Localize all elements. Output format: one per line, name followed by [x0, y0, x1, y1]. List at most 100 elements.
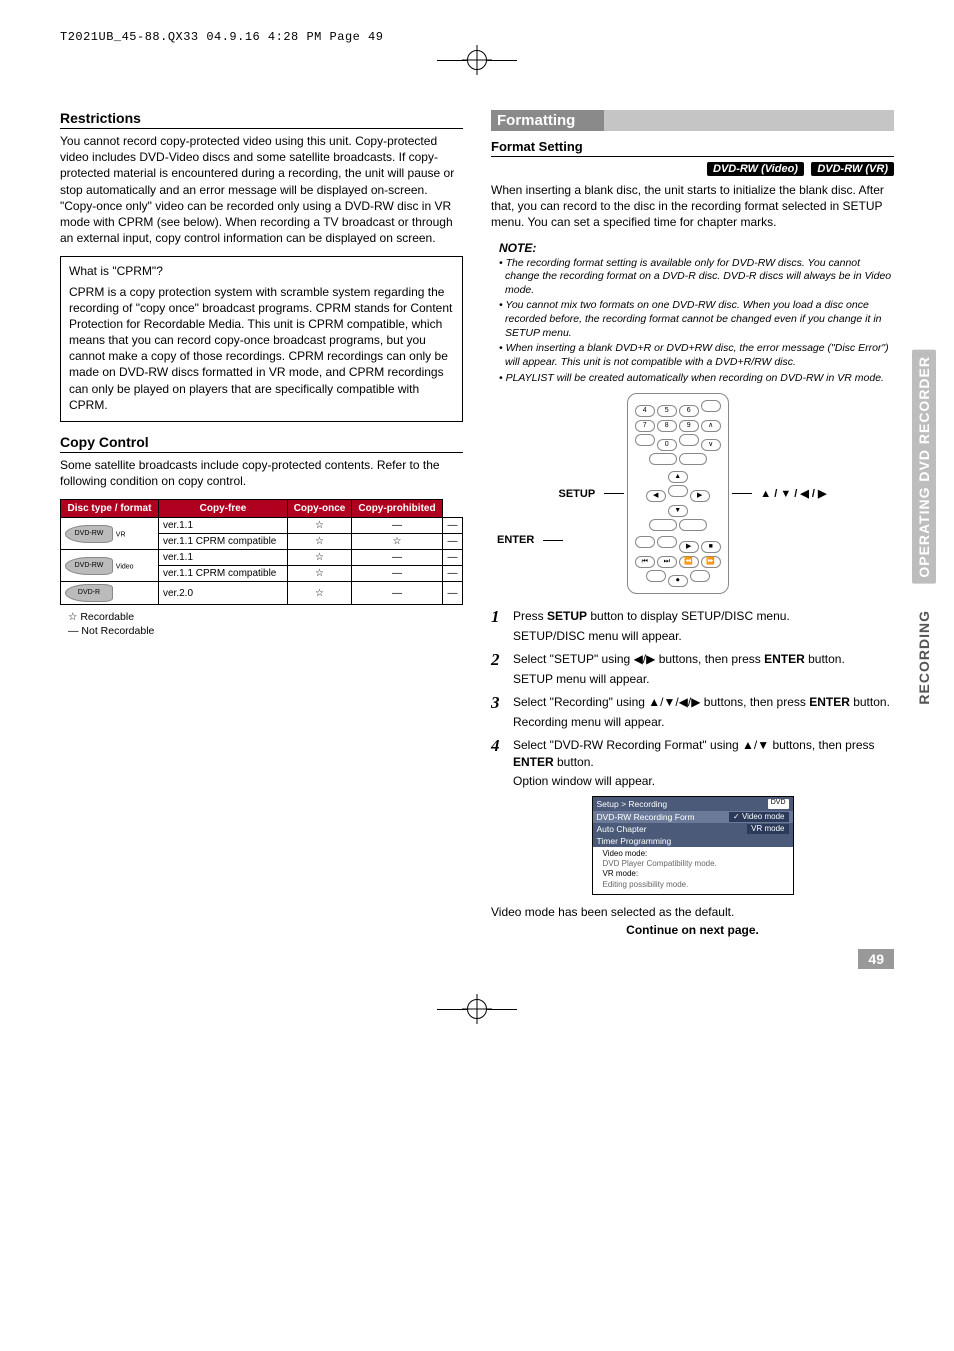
- note-item: • You cannot mix two formats on one DVD-…: [505, 299, 894, 340]
- fmt-cell: ver.2.0: [158, 582, 287, 605]
- step-sub: SETUP/DISC menu will appear.: [513, 629, 894, 643]
- restrictions-body: You cannot record copy-protected video u…: [60, 133, 463, 246]
- onscreen-menu: Setup > Recording DVD DVD-RW Recording F…: [592, 796, 794, 896]
- disc-logo-icon: DVD-RW: [65, 557, 113, 575]
- note-block: NOTE: • The recording format setting is …: [499, 241, 894, 386]
- step-bold: SETUP: [547, 609, 587, 623]
- badge-dvd-rw-video: DVD-RW (Video): [707, 162, 804, 176]
- screen-desc: Video mode: DVD Player Compatibility mod…: [593, 847, 793, 895]
- cell: —: [442, 534, 462, 550]
- crop-marks-bottom: [60, 999, 894, 1019]
- screen-cell: Video mode: [729, 812, 789, 822]
- formatting-body: When inserting a blank disc, the unit st…: [491, 182, 894, 231]
- disc-logo-icon: DVD-RW: [65, 525, 113, 543]
- screen-desc-line: VR mode:: [603, 869, 787, 879]
- disc-sub: VR: [116, 532, 126, 539]
- step-text: button.: [850, 695, 890, 709]
- cell: —: [442, 550, 462, 566]
- cell: ☆: [288, 550, 352, 566]
- screen-desc-line: Editing possibility mode.: [603, 880, 787, 890]
- screen-cell: Auto Chapter: [597, 824, 748, 834]
- step-text: button to display SETUP/DISC menu.: [587, 609, 790, 623]
- screen-cell: DVD-RW Recording Form: [597, 812, 730, 822]
- disc-logo-icon: DVD-R: [65, 584, 113, 602]
- step-4: 4 Select "DVD-RW Recording Format" using…: [491, 737, 894, 769]
- step-text: button.: [805, 652, 845, 666]
- step-2: 2 Select "SETUP" using ◀/▶ buttons, then…: [491, 651, 894, 668]
- remote-diagram: SETUP 456 789∧ 0∨ ▲ ◀▶ ▼ ▶■ ⏮⏭⏪⏩ ⏺: [491, 393, 894, 596]
- heading-format-setting: Format Setting: [491, 139, 894, 157]
- cell: —: [352, 518, 443, 534]
- screen-badge: DVD: [768, 799, 789, 809]
- cell: ☆: [288, 534, 352, 550]
- label-setup: SETUP: [558, 488, 595, 500]
- copy-control-table: Disc type / format Copy-free Copy-once C…: [60, 499, 463, 605]
- cell: ☆: [288, 566, 352, 582]
- screen-cell: VR mode: [747, 824, 788, 834]
- step-text: Select "DVD-RW Recording Format" using ▲…: [513, 738, 875, 752]
- step-text: Press: [513, 609, 547, 623]
- step-num: 4: [491, 737, 507, 769]
- cell: —: [442, 582, 462, 605]
- screen-row: DVD-RW Recording Form Video mode: [593, 811, 793, 823]
- screen-title: Setup > Recording: [597, 799, 668, 809]
- table-row: DVD-R ver.2.0 ☆ — —: [61, 582, 463, 605]
- cell: —: [352, 550, 443, 566]
- heading-formatting: Formatting: [491, 110, 894, 131]
- step-3: 3 Select "Recording" using ▲/▼/◀/▶ butto…: [491, 694, 894, 711]
- step-bold: ENTER: [764, 652, 805, 666]
- screen-cell: Timer Programming: [597, 836, 789, 846]
- note-item: • PLAYLIST will be created automatically…: [505, 372, 894, 386]
- continue-note: Continue on next page.: [491, 923, 894, 937]
- label-enter: ENTER: [497, 534, 534, 546]
- cell: —: [352, 582, 443, 605]
- th-copy-once: Copy-once: [288, 500, 352, 518]
- table-row: DVD-RW Video ver.1.1 ☆ — —: [61, 550, 463, 566]
- side-tab-operating: OPERATING DVD RECORDER: [912, 350, 936, 584]
- step-bold: ENTER: [809, 695, 850, 709]
- cell: —: [442, 566, 462, 582]
- cell: —: [352, 566, 443, 582]
- side-tabs: OPERATING DVD RECORDER RECORDING: [912, 350, 936, 710]
- step-sub: SETUP menu will appear.: [513, 672, 894, 686]
- crop-marks-top: [60, 50, 894, 70]
- step-text: Select "SETUP" using ◀/▶ buttons, then p…: [513, 652, 764, 666]
- heading-copy-control: Copy Control: [60, 434, 463, 453]
- screen-row: Timer Programming: [593, 835, 793, 847]
- legend-recordable: ☆ Recordable: [68, 611, 463, 623]
- note-title: NOTE:: [499, 241, 894, 255]
- cell: ☆: [288, 518, 352, 534]
- th-disc-type: Disc type / format: [61, 500, 159, 518]
- step-text: Select "Recording" using ▲/▼/◀/▶ buttons…: [513, 695, 809, 709]
- heading-restrictions: Restrictions: [60, 110, 463, 129]
- step-num: 1: [491, 608, 507, 625]
- copy-control-body: Some satellite broadcasts include copy-p…: [60, 457, 463, 489]
- steps: 1 Press SETUP button to display SETUP/DI…: [491, 608, 894, 787]
- cprm-box: What is "CPRM"? CPRM is a copy protectio…: [60, 256, 463, 422]
- screen-desc-line: Video mode:: [603, 849, 787, 859]
- note-item: • When inserting a blank DVD+R or DVD+RW…: [505, 342, 894, 369]
- step-sub: Option window will appear.: [513, 774, 894, 788]
- step-num: 2: [491, 651, 507, 668]
- left-column: Restrictions You cannot record copy-prot…: [60, 110, 463, 937]
- remote-icon: 456 789∧ 0∨ ▲ ◀▶ ▼ ▶■ ⏮⏭⏪⏩ ⏺: [627, 393, 729, 594]
- cprm-title: What is "CPRM"?: [69, 263, 454, 279]
- step-sub: Recording menu will appear.: [513, 715, 894, 729]
- step-num: 3: [491, 694, 507, 711]
- label-arrows: ▲ / ▼ / ◀ / ▶: [760, 487, 826, 500]
- default-note: Video mode has been selected as the defa…: [491, 905, 894, 919]
- right-column: Formatting Format Setting DVD-RW (Video)…: [491, 110, 894, 937]
- screen-row: Auto Chapter VR mode: [593, 823, 793, 835]
- imprint-header: T2021UB_45-88.QX33 04.9.16 4:28 PM Page …: [60, 30, 894, 44]
- page-number: 49: [858, 949, 894, 969]
- cell: —: [442, 518, 462, 534]
- fmt-cell: ver.1.1 CPRM compatible: [158, 534, 287, 550]
- cell: ☆: [352, 534, 443, 550]
- note-item: • The recording format setting is availa…: [505, 257, 894, 298]
- table-row: DVD-RW VR ver.1.1 ☆ — —: [61, 518, 463, 534]
- fmt-cell: ver.1.1: [158, 518, 287, 534]
- disc-badges: DVD-RW (Video) DVD-RW (VR): [491, 161, 894, 176]
- fmt-cell: ver.1.1: [158, 550, 287, 566]
- side-tab-recording: RECORDING: [912, 604, 936, 711]
- step-text: button.: [554, 755, 594, 769]
